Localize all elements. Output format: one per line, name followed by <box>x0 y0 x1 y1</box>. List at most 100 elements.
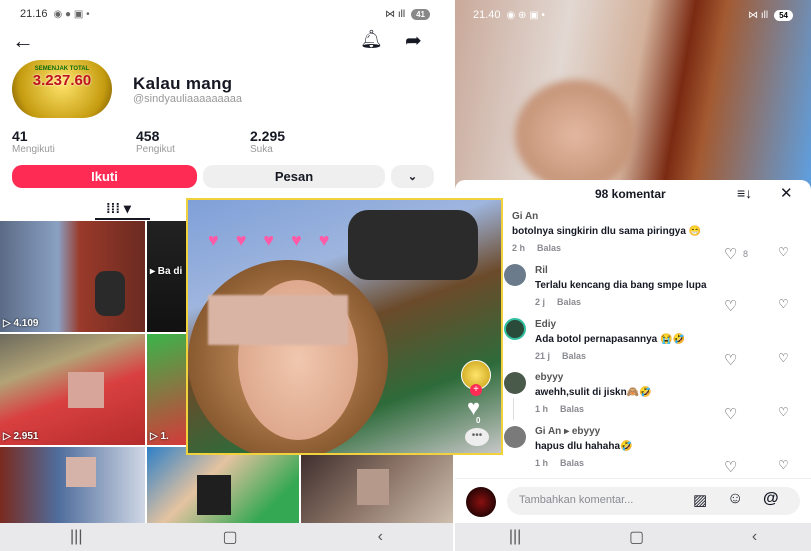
image-icon[interactable]: ▨ <box>693 491 707 509</box>
blurred-eyes <box>208 295 348 345</box>
dislike-icon[interactable]: ♡ <box>778 351 789 365</box>
battery-badge: 41 <box>411 8 430 20</box>
video-caption: ▸ Ba di <box>150 266 183 277</box>
dislike-icon[interactable]: ♡ <box>778 458 789 472</box>
comment-username[interactable]: Gi An ▸ ebyyy <box>535 426 805 437</box>
chevron-down-icon: ⌄ <box>407 171 418 183</box>
like-heart-icon[interactable]: ♡ <box>724 405 737 423</box>
stat-followers[interactable]: 458 Pengikut <box>136 128 175 155</box>
video-thumbnail[interactable] <box>0 447 145 525</box>
status-bar: 21.40 ◉ ⊕ ▣ • ⋈ ıll 54 <box>473 9 793 21</box>
message-button[interactable]: Pesan <box>203 165 385 188</box>
video-thumbnail[interactable]: ▷ 2.951 <box>0 334 145 445</box>
like-heart-icon[interactable]: ♡ <box>724 297 737 315</box>
status-time: 21.16 <box>20 8 48 20</box>
person-shape <box>95 271 125 316</box>
right-panel: 21.40 ◉ ⊕ ▣ • ⋈ ıll 54 98 komentar ≡↓ ✕ … <box>455 0 811 551</box>
comment-meta: 21 j Balas <box>535 351 805 361</box>
share-icon[interactable]: ➦ <box>405 28 422 53</box>
avatar[interactable] <box>504 264 526 286</box>
avatar[interactable] <box>504 372 526 394</box>
reply-button[interactable]: Balas <box>560 458 584 468</box>
stat-value: 458 <box>136 128 160 144</box>
comment-input-bar: Tambahkan komentar... ▨ ☺ @ <box>455 478 811 523</box>
comment-item: Ril Terlalu kencang dia bang smpe lupa 2… <box>535 265 805 315</box>
mention-icon[interactable]: @ <box>763 490 779 508</box>
view-count-value: 4.109 <box>13 318 39 329</box>
view-count: ▷ 1. <box>150 431 169 442</box>
stat-label: Mengikuti <box>12 144 55 155</box>
filter-icon[interactable]: ≡↓ <box>737 185 752 201</box>
reply-button[interactable]: Balas <box>562 351 586 361</box>
dislike-icon[interactable]: ♡ <box>778 405 789 419</box>
avatar[interactable] <box>504 426 526 448</box>
home-icon[interactable]: ▢ <box>222 527 237 547</box>
video-thumbnail[interactable] <box>147 447 299 525</box>
follow-button[interactable]: Ikuti <box>12 165 197 188</box>
like-heart-icon[interactable]: ♡ <box>724 351 737 369</box>
comments-sheet: 98 komentar ≡↓ ✕ Gi An botolnya singkiri… <box>455 180 811 523</box>
comment-time: 1 h <box>535 458 549 468</box>
android-nav-bar: ||| ▢ ‹ <box>0 523 453 551</box>
video-thumbnail[interactable]: ▷ 1. <box>147 334 187 445</box>
dislike-icon[interactable]: ♡ <box>778 245 789 259</box>
comment-text: Ada botol pernapasannya 😭🤣 <box>535 334 685 345</box>
reply-button[interactable]: Balas <box>560 404 584 414</box>
profile-name: Kalau mang <box>133 74 233 93</box>
home-icon[interactable]: ▢ <box>629 527 644 547</box>
reply-button[interactable]: Balas <box>557 297 581 307</box>
blurred-face <box>66 457 96 487</box>
comment-bubble-icon[interactable]: ••• <box>465 428 489 446</box>
comment-input-placeholder: Tambahkan komentar... <box>519 494 634 506</box>
reply-button[interactable]: Balas <box>537 243 561 253</box>
video-thumbnail[interactable] <box>301 447 453 525</box>
signal-icon: ⋈ ıll <box>385 8 406 20</box>
stat-following[interactable]: 41 Mengikuti <box>12 128 55 155</box>
back-arrow-icon[interactable]: ← <box>12 28 34 54</box>
like-heart-icon[interactable]: ♡ <box>724 458 737 476</box>
status-time: 21.40 <box>473 9 501 21</box>
comment-item: Gi An botolnya singkirin dlu sama piring… <box>512 211 802 263</box>
notification-icons: ◉ ⊕ ▣ • <box>506 9 545 21</box>
tab-underline <box>95 218 150 220</box>
like-heart-icon[interactable]: ♡ <box>724 245 737 263</box>
comment-meta: 1 h Balas <box>535 404 805 414</box>
stat-value: 2.295 <box>250 128 286 144</box>
comment-time: 2 h <box>512 243 526 253</box>
back-icon[interactable]: ‹ <box>752 528 757 546</box>
close-icon[interactable]: ✕ <box>780 184 793 202</box>
emoji-icon[interactable]: ☺ <box>727 490 743 508</box>
avatar-amount-text: 3.237.60 <box>32 72 92 89</box>
comment-username[interactable]: ebyyy <box>535 372 805 383</box>
background-person <box>348 210 478 280</box>
comment-time: 1 h <box>535 404 549 414</box>
comment-input[interactable]: Tambahkan komentar... ▨ ☺ @ <box>507 487 800 515</box>
recent-apps-icon[interactable]: ||| <box>70 528 82 546</box>
comment-text: botolnya singkirin dlu sama piringya 😁 <box>512 226 702 237</box>
video-thumbnail[interactable]: ▷ 4.109 <box>0 221 145 332</box>
recent-apps-icon[interactable]: ||| <box>509 528 521 546</box>
comment-username[interactable]: Ediy <box>535 319 805 330</box>
heart-stickers: ♥ ♥ ♥ ♥ ♥ <box>208 230 336 250</box>
view-count: ▷ 2.951 <box>3 431 39 442</box>
like-count: 0 <box>476 416 481 425</box>
view-count: ▷ 4.109 <box>3 318 39 329</box>
avatar[interactable] <box>504 318 526 340</box>
comment-item: ebyyy awehh,sulit di jiskn🙈🤣 1 h Balas ♡… <box>535 372 805 423</box>
comment-time: 21 j <box>535 351 551 361</box>
video-thumbnail[interactable]: ▸ Ba di <box>147 221 187 332</box>
notification-icons: ◉ ● ▣ • <box>53 8 90 20</box>
more-dropdown-button[interactable]: ⌄ <box>391 165 434 188</box>
profile-handle: @sindyauliaaaaaaaaa <box>133 93 243 105</box>
overlay-video-frame[interactable]: ♥ ♥ ♥ ♥ ♥ + ♥ 0 ••• <box>186 198 503 455</box>
comment-username[interactable]: Ril <box>535 265 805 276</box>
tab-videos[interactable]: ⁞⁞⁞ ▾ <box>106 200 131 217</box>
comment-item: Gi An ▸ ebyyy hapus dlu hahaha🤣 1 h Bala… <box>535 426 805 476</box>
bell-icon[interactable]: 🔔︎ <box>360 29 383 50</box>
dislike-icon[interactable]: ♡ <box>778 297 789 311</box>
comment-username[interactable]: Gi An <box>512 211 802 222</box>
comments-title: 98 komentar <box>595 187 666 201</box>
comment-meta: 2 j Balas <box>535 297 805 307</box>
back-icon[interactable]: ‹ <box>378 528 383 546</box>
comment-meta: 1 h Balas <box>535 458 805 468</box>
